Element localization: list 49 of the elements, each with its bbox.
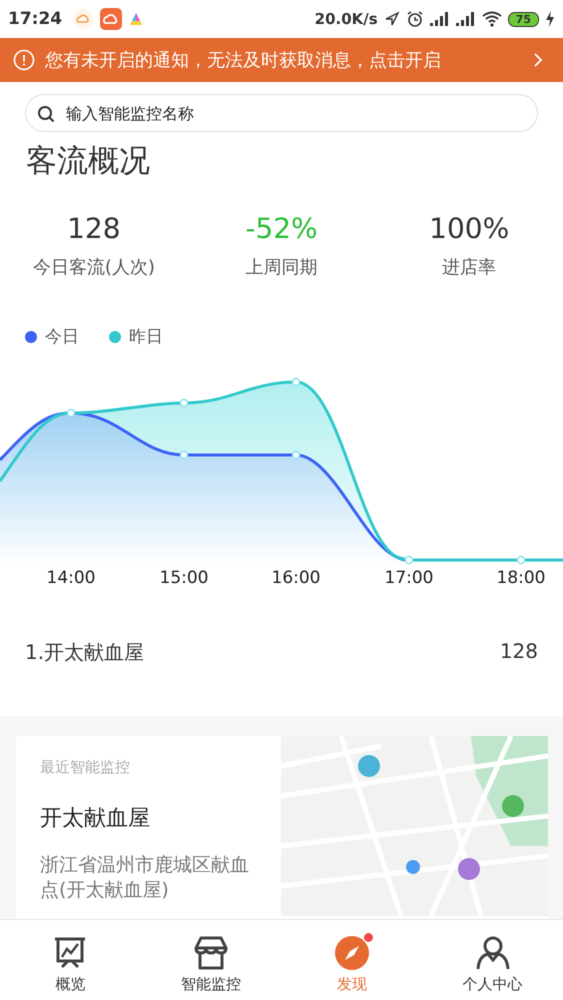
wifi-icon xyxy=(482,11,502,27)
store-name: 1.开太献血屋 xyxy=(25,639,144,666)
location-arrow-icon xyxy=(384,11,400,27)
battery-indicator: 75 xyxy=(508,12,539,26)
data-point xyxy=(404,556,414,564)
recent-card[interactable]: 最近智能监控 开太献血屋 浙江省温州市鹿城区献血点(开太献血屋) xyxy=(16,736,548,919)
data-point xyxy=(66,408,76,418)
nav-tab[interactable]: 概览 xyxy=(0,920,141,1000)
chevron-right-icon xyxy=(533,52,543,68)
axis-label: 16:00 xyxy=(272,568,320,588)
axis-label: 15:00 xyxy=(160,568,208,588)
nav-tab[interactable]: 个人中心 xyxy=(422,920,563,1000)
charging-bolt-icon xyxy=(545,11,555,27)
status-time: 17:24 xyxy=(8,9,62,29)
person-icon xyxy=(474,935,511,971)
compass-icon xyxy=(334,935,370,971)
data-point xyxy=(292,450,300,460)
triangle-app-icon xyxy=(128,11,144,27)
axis-label: 18:00 xyxy=(496,568,546,588)
cloud-app-icon xyxy=(100,8,122,30)
monitor-address: 浙江省温州市鹿城区献血点(开太献血屋) xyxy=(40,853,250,902)
data-point xyxy=(180,398,188,408)
axis-label: 14:00 xyxy=(46,568,96,588)
stat-label: 上周同期 xyxy=(246,256,318,279)
nav-tab[interactable]: 智能监控 xyxy=(140,920,282,1000)
monitor-name: 开太献血屋 xyxy=(40,805,151,833)
data-point xyxy=(180,450,188,460)
stat-value: 100% xyxy=(429,212,510,245)
banner-text: 您有未开启的通知，无法及时获取消息，点击开启 xyxy=(45,49,442,72)
data-point xyxy=(516,556,526,564)
cloud-app-icon xyxy=(72,8,94,30)
search-field[interactable]: 输入智能监控名称 xyxy=(25,94,538,132)
data-point xyxy=(292,378,300,386)
legend-label: 昨日 xyxy=(129,326,163,348)
signal-icon xyxy=(430,12,450,26)
signal-icon xyxy=(456,12,476,26)
axis-label: 17:00 xyxy=(384,568,434,588)
legend-label: 今日 xyxy=(45,326,79,348)
alarm-icon xyxy=(406,10,424,28)
section-title: 客流概况 xyxy=(26,142,151,181)
visitor-count: 128 xyxy=(500,639,538,665)
stat-value: 128 xyxy=(67,212,121,245)
stat-value: -52% xyxy=(245,212,318,245)
stat-label: 进店率 xyxy=(442,256,496,279)
alert-icon xyxy=(13,49,35,71)
network-speed: 20.0K/s xyxy=(314,10,378,28)
shop-icon xyxy=(193,935,230,971)
card-heading: 最近智能监控 xyxy=(40,758,131,777)
stat-label: 今日客流(人次) xyxy=(32,256,155,279)
